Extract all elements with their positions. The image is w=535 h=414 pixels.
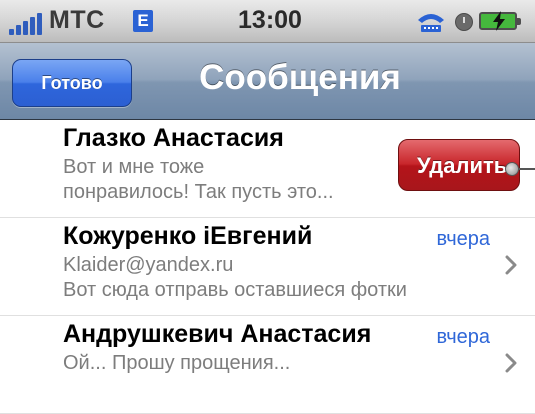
message-sender: Андрушкевич Анастасия [63, 320, 372, 348]
message-sender: Кожуренко iЕвгений [63, 222, 313, 250]
navigation-bar: Готово Сообщения [0, 43, 535, 120]
network-type-badge: E [133, 10, 153, 32]
message-preview: понравилось! Так пусть это... [63, 181, 334, 203]
message-date: вчера [436, 326, 490, 348]
message-preview: Вот сюда отправь оставшиеся фотки [63, 279, 407, 301]
lightning-bolt-icon [493, 11, 505, 31]
delete-button[interactable]: Удалить [398, 139, 520, 191]
message-preview: Вот и мне тоже [63, 156, 205, 178]
page-title: Сообщения [199, 58, 401, 97]
pointer-line [518, 168, 535, 170]
message-date: вчера [436, 228, 490, 250]
alarm-icon [455, 13, 473, 31]
status-bar: МТС E 13:00 [0, 0, 535, 43]
done-button[interactable]: Готово [12, 59, 132, 107]
message-row[interactable]: Андрушкевич Анастасия вчера Ой... Прошу … [0, 316, 535, 414]
message-sender: Глазко Анастасия [63, 124, 284, 152]
message-row[interactable]: Кожуренко iЕвгений вчера Klaider@yandex.… [0, 218, 535, 316]
message-preview: Ой... Прошу прощения... [63, 352, 291, 374]
message-preview: Klaider@yandex.ru [63, 254, 234, 276]
tty-icon [418, 14, 444, 32]
status-icons [415, 10, 527, 34]
status-time: 13:00 [238, 6, 302, 34]
chevron-right-icon [505, 255, 517, 275]
message-row[interactable]: Глазко Анастасия Вот и мне тоже понравил… [0, 120, 535, 218]
message-list: Глазко Анастасия Вот и мне тоже понравил… [0, 120, 535, 414]
touch-indicator-icon [505, 162, 519, 176]
battery-charging-icon [479, 11, 521, 31]
chevron-right-icon [505, 353, 517, 373]
carrier-name: МТС [49, 6, 105, 34]
signal-icon [9, 13, 43, 35]
